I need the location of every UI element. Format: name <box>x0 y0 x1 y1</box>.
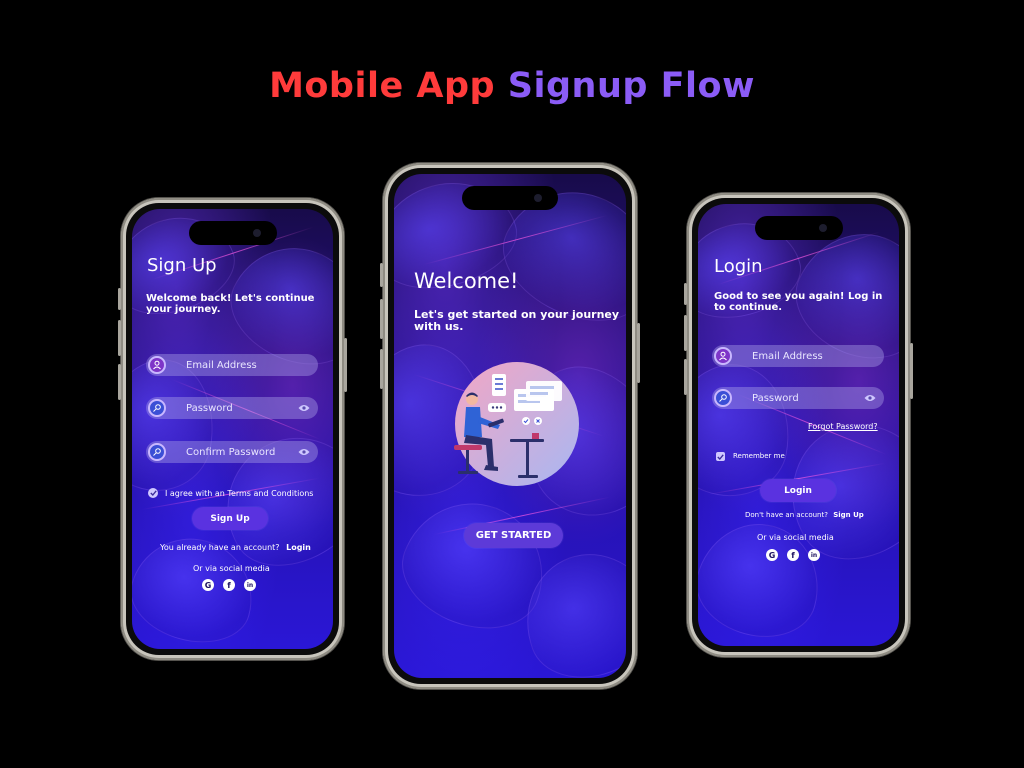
welcome-subtitle: Let's get started on your journey with u… <box>414 308 620 333</box>
facebook-icon[interactable]: f <box>787 549 799 561</box>
login-phone: Login Good to see you again! Log in to c… <box>684 193 913 657</box>
welcome-title: Welcome! <box>414 269 519 293</box>
facebook-icon[interactable]: f <box>223 579 235 591</box>
user-icon <box>714 347 732 365</box>
google-icon[interactable]: G <box>766 549 778 561</box>
signup-button[interactable]: Sign Up <box>192 507 268 530</box>
remember-label: Remember me <box>733 452 785 460</box>
login-screen: Login Good to see you again! Log in to c… <box>698 204 899 646</box>
social-text: Or via social media <box>757 533 834 542</box>
headline: Mobile App Signup Flow <box>0 66 1024 106</box>
login-link[interactable]: Login <box>286 543 311 552</box>
social-icons: G f in <box>202 579 256 591</box>
eye-icon[interactable] <box>298 404 310 412</box>
social-text: Or via social media <box>193 564 270 573</box>
confirm-placeholder: Confirm Password <box>186 446 276 458</box>
notch <box>754 216 843 240</box>
key-icon <box>148 443 166 461</box>
have-account-text: You already have an account? <box>160 543 280 552</box>
signup-link[interactable]: Sign Up <box>833 511 864 519</box>
remember-checkbox[interactable] <box>716 452 725 461</box>
forgot-password-link[interactable]: Forgot Password? <box>808 422 878 431</box>
signup-screen: Sign Up Welcome back! Let's continue you… <box>132 209 333 649</box>
have-account-row: You already have an account? Login <box>160 543 311 552</box>
welcome-phone: Welcome! Let's get started on your journ… <box>380 163 640 689</box>
password-placeholder: Password <box>752 392 799 404</box>
password-placeholder: Password <box>186 402 233 414</box>
linkedin-icon[interactable]: in <box>244 579 256 591</box>
login-title: Login <box>714 256 763 277</box>
google-icon[interactable]: G <box>202 579 214 591</box>
work-illustration <box>452 359 582 489</box>
signup-subtitle: Welcome back! Let's continue your journe… <box>146 293 315 315</box>
key-icon <box>148 399 166 417</box>
terms-checkbox[interactable] <box>148 488 158 498</box>
email-field[interactable]: Email Address <box>146 354 318 376</box>
no-account-text: Don't have an account? <box>745 511 828 519</box>
eye-icon[interactable] <box>298 448 310 456</box>
email-placeholder: Email Address <box>186 359 257 371</box>
login-button[interactable]: Login <box>760 479 836 502</box>
headline-part2: Signup Flow <box>507 66 755 106</box>
password-field[interactable]: Password <box>146 397 318 419</box>
email-placeholder: Email Address <box>752 350 823 362</box>
key-icon <box>714 389 732 407</box>
eye-icon[interactable] <box>864 394 876 402</box>
signup-phone: Sign Up Welcome back! Let's continue you… <box>118 198 347 660</box>
confirm-password-field[interactable]: Confirm Password <box>146 441 318 463</box>
signup-title: Sign Up <box>147 255 217 276</box>
email-field[interactable]: Email Address <box>712 345 884 367</box>
notch <box>462 186 558 210</box>
welcome-screen: Welcome! Let's get started on your journ… <box>394 174 626 678</box>
login-subtitle: Good to see you again! Log in to continu… <box>714 291 883 313</box>
terms-label: I agree with an Terms and Conditions <box>165 489 314 498</box>
get-started-button[interactable]: GET STARTED <box>464 523 563 548</box>
linkedin-icon[interactable]: in <box>808 549 820 561</box>
notch <box>188 221 277 245</box>
headline-part1: Mobile App <box>269 66 496 106</box>
password-field[interactable]: Password <box>712 387 884 409</box>
social-icons: G f in <box>766 549 820 561</box>
user-icon <box>148 356 166 374</box>
no-account-row: Don't have an account? Sign Up <box>745 511 864 519</box>
